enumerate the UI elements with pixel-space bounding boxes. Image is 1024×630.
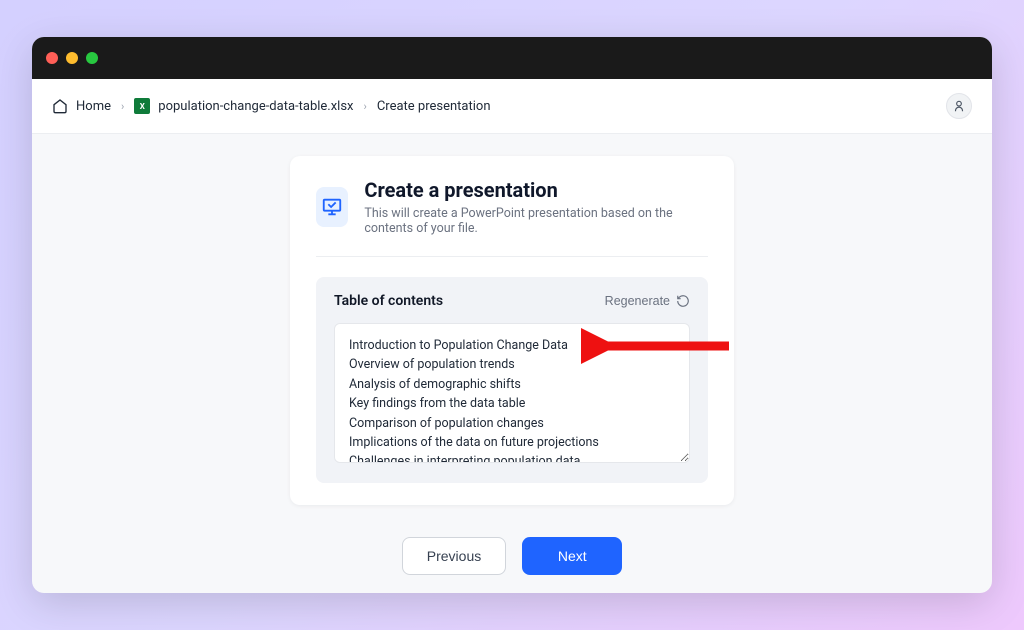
breadcrumb-current: Create presentation [377,99,491,114]
chevron-right-icon: › [121,100,124,113]
card-header: Create a presentation This will create a… [316,178,708,257]
window-minimize-button[interactable] [66,52,78,64]
breadcrumb-current-label: Create presentation [377,99,491,114]
toc-panel: Table of contents Regenerate [316,277,708,483]
user-icon [952,99,966,113]
refresh-icon [676,294,690,308]
chevron-right-icon: › [364,100,367,113]
presentation-board-icon [321,196,343,218]
window-close-button[interactable] [46,52,58,64]
next-button[interactable]: Next [522,537,622,575]
breadcrumb-home[interactable]: Home [52,98,111,114]
breadcrumb: Home › X population-change-data-table.xl… [52,98,936,114]
home-icon [52,98,68,114]
main-content: Create a presentation This will create a… [32,134,992,593]
create-presentation-card: Create a presentation This will create a… [290,156,734,505]
breadcrumb-bar: Home › X population-change-data-table.xl… [32,79,992,134]
wizard-footer: Previous Next [402,519,622,593]
breadcrumb-file[interactable]: X population-change-data-table.xlsx [134,98,353,114]
toc-header: Table of contents Regenerate [334,293,690,309]
breadcrumb-file-label: population-change-data-table.xlsx [158,99,353,114]
previous-button[interactable]: Previous [402,537,506,575]
window-titlebar [32,37,992,79]
toc-textarea[interactable] [334,323,690,463]
window-maximize-button[interactable] [86,52,98,64]
excel-file-icon: X [134,98,150,114]
user-avatar[interactable] [946,93,972,119]
regenerate-label: Regenerate [605,294,670,308]
app-window: Home › X population-change-data-table.xl… [32,37,992,593]
page-subtitle: This will create a PowerPoint presentati… [364,206,708,236]
regenerate-button[interactable]: Regenerate [605,294,690,308]
presentation-icon [316,187,348,227]
toc-section-label: Table of contents [334,293,443,309]
breadcrumb-home-label: Home [76,99,111,114]
card-header-text: Create a presentation This will create a… [364,178,708,236]
page-title: Create a presentation [364,178,708,202]
